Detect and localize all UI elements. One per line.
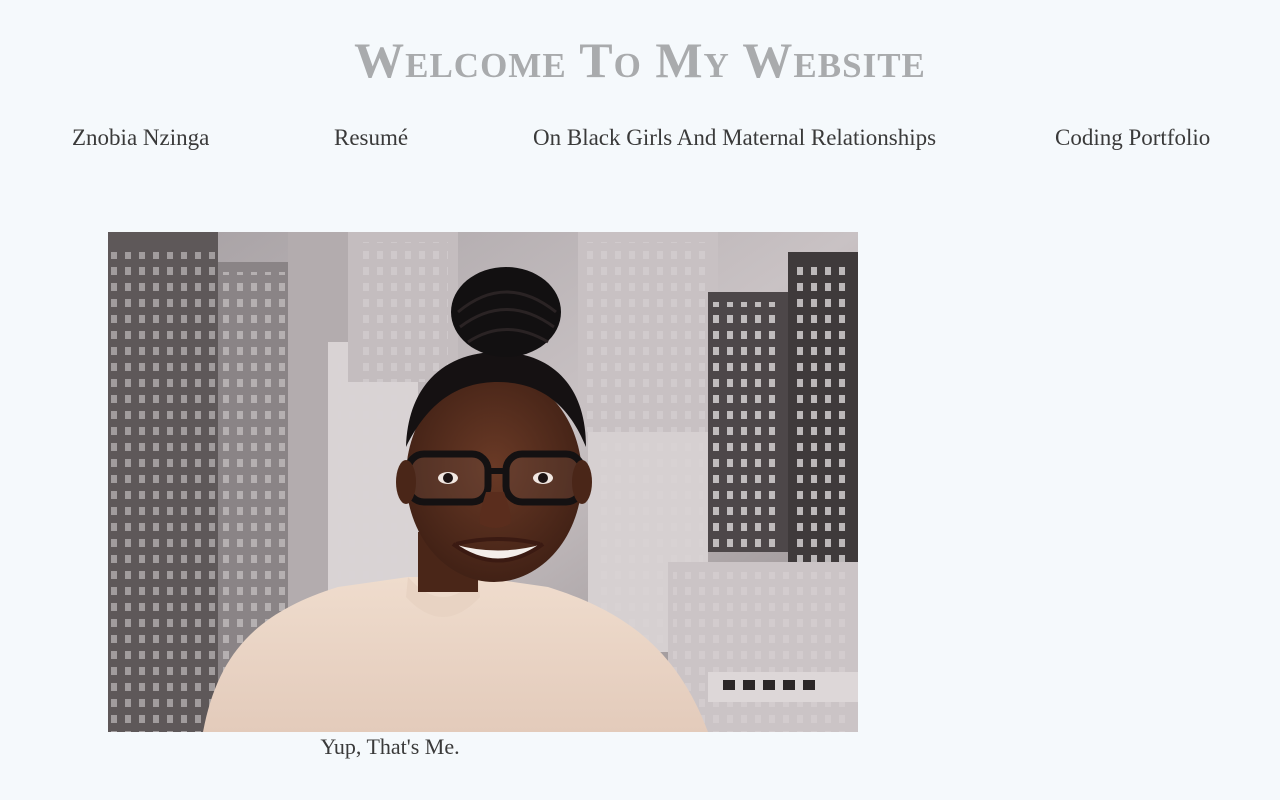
profile-photo-image (108, 232, 858, 732)
nav-link-essay[interactable]: On Black Girls And Maternal Relationship… (533, 122, 936, 154)
site-title: Welcome To My Website (354, 32, 926, 88)
photo-caption: Yup, That's Me. (320, 734, 460, 759)
nav-link-home[interactable]: Znobia Nzinga (72, 122, 209, 154)
nav-link-coding-portfolio[interactable]: Coding Portfolio (1055, 122, 1210, 154)
nav-link-resume[interactable]: Resumé (334, 122, 408, 154)
profile-photo (108, 232, 858, 732)
main-nav: Znobia Nzinga Resumé On Black Girls And … (0, 122, 1280, 154)
